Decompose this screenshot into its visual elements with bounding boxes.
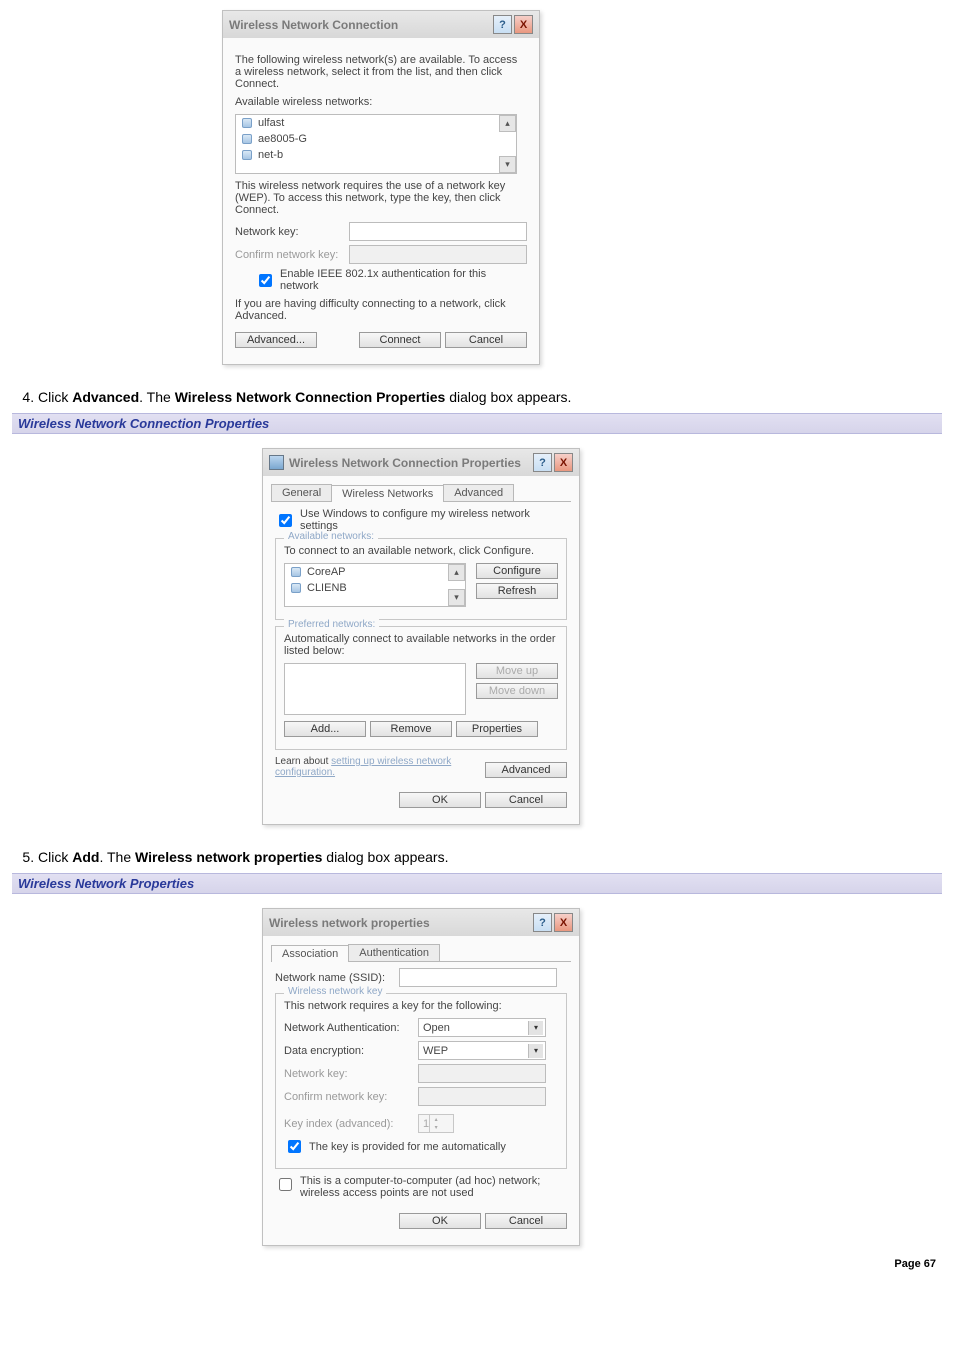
step-4: Click Advanced. The Wireless Network Con…: [38, 389, 942, 405]
tab-general[interactable]: General: [271, 484, 332, 501]
help-icon[interactable]: ?: [533, 453, 552, 472]
cancel-button[interactable]: Cancel: [445, 332, 527, 348]
list-item[interactable]: CLIENB: [285, 580, 465, 596]
scroll-down-icon[interactable]: ▾: [448, 589, 465, 606]
preferred-networks-group: Preferred networks: Automatically connec…: [275, 626, 567, 750]
close-icon[interactable]: X: [554, 913, 573, 932]
ok-button[interactable]: OK: [399, 792, 481, 808]
available-networks-list[interactable]: CoreAP CLIENB ▴ ▾: [284, 563, 466, 607]
section-header-wprops: Wireless Network Properties: [12, 873, 942, 894]
enable-8021x-label: Enable IEEE 802.1x authentication for th…: [280, 268, 527, 292]
use-windows-checkbox[interactable]: [279, 514, 292, 527]
learn-pre: Learn about: [275, 756, 331, 767]
dialog-title: Wireless Network Connection Properties: [289, 456, 531, 470]
configure-button[interactable]: Configure: [476, 563, 558, 579]
preferred-hint: Automatically connect to available netwo…: [284, 633, 558, 657]
enc-select[interactable]: WEP ▾: [418, 1041, 546, 1060]
confirm-label: Confirm network key:: [284, 1091, 414, 1103]
chevron-down-icon: ▾: [528, 1044, 543, 1058]
enc-label: Data encryption:: [284, 1045, 414, 1057]
confirm-input: [418, 1087, 546, 1106]
difficulty-text: If you are having difficulty connecting …: [235, 298, 525, 322]
auto-key-checkbox[interactable]: [288, 1140, 301, 1153]
auth-select[interactable]: Open ▾: [418, 1018, 546, 1037]
enable-8021x-checkbox[interactable]: [259, 274, 272, 287]
wkey-hint: This network requires a key for the foll…: [284, 1000, 558, 1012]
available-networks-list[interactable]: ulfast ae8005-G net-b ▴ ▾: [235, 114, 517, 174]
tab-association[interactable]: Association: [271, 945, 349, 962]
help-icon[interactable]: ?: [493, 15, 512, 34]
page-number: Page 67: [12, 1258, 942, 1270]
help-icon[interactable]: ?: [533, 913, 552, 932]
add-button[interactable]: Add...: [284, 721, 366, 737]
moveup-button: Move up: [476, 663, 558, 679]
connection-properties-dialog: Wireless Network Connection Properties ?…: [262, 448, 580, 825]
step-5: Click Add. The Wireless network properti…: [38, 849, 942, 865]
tab-strip: Association Authentication: [271, 944, 571, 962]
network-key-label: Network key:: [235, 226, 345, 238]
preferred-networks-list[interactable]: [284, 663, 466, 715]
wireless-network-properties-dialog: Wireless network properties ? X Associat…: [262, 908, 580, 1246]
connect-button[interactable]: Connect: [359, 332, 441, 348]
confirm-key-label: Confirm network key:: [235, 249, 345, 261]
titlebar: Wireless Network Connection ? X: [223, 11, 539, 38]
titlebar: Wireless network properties ? X: [263, 909, 579, 936]
wep-message: This wireless network requires the use o…: [235, 180, 525, 216]
tab-wireless-networks[interactable]: Wireless Networks: [331, 485, 444, 502]
tab-authentication[interactable]: Authentication: [348, 944, 440, 961]
netkey-input: [418, 1064, 546, 1083]
keyidx-label: Key index (advanced):: [284, 1118, 414, 1130]
auto-key-label: The key is provided for me automatically: [309, 1141, 506, 1153]
dialog-title: Wireless Network Connection: [229, 18, 491, 32]
confirm-key-input: [349, 245, 527, 264]
wkey-legend: Wireless network key: [284, 986, 386, 997]
netkey-label: Network key:: [284, 1068, 414, 1080]
titlebar: Wireless Network Connection Properties ?…: [263, 449, 579, 476]
advanced-button[interactable]: Advanced...: [235, 332, 317, 348]
wireless-key-group: Wireless network key This network requir…: [275, 993, 567, 1169]
tab-strip: General Wireless Networks Advanced: [271, 484, 571, 502]
cancel-button[interactable]: Cancel: [485, 792, 567, 808]
adhoc-label: This is a computer-to-computer (ad hoc) …: [300, 1175, 560, 1199]
scroll-down-icon[interactable]: ▾: [499, 156, 516, 173]
keyidx-spinner: 1 ▴▾: [418, 1114, 454, 1133]
list-item[interactable]: ae8005-G: [236, 131, 516, 147]
network-key-input[interactable]: [349, 222, 527, 241]
chevron-down-icon: ▾: [528, 1021, 543, 1035]
intro-text: The following wireless network(s) are av…: [235, 54, 525, 90]
cancel-button[interactable]: Cancel: [485, 1213, 567, 1229]
auth-label: Network Authentication:: [284, 1022, 414, 1034]
available-legend: Available networks:: [284, 531, 378, 542]
list-item[interactable]: net-b: [236, 147, 516, 163]
scroll-up-icon[interactable]: ▴: [448, 564, 465, 581]
available-hint: To connect to an available network, clic…: [284, 545, 558, 557]
available-networks-group: Available networks: To connect to an ava…: [275, 538, 567, 620]
dialog-title: Wireless network properties: [269, 916, 531, 930]
ssid-label: Network name (SSID):: [275, 972, 395, 984]
close-icon[interactable]: X: [554, 453, 573, 472]
remove-button[interactable]: Remove: [370, 721, 452, 737]
refresh-button[interactable]: Refresh: [476, 583, 558, 599]
advanced-button[interactable]: Advanced: [485, 762, 567, 778]
section-header-properties: Wireless Network Connection Properties: [12, 413, 942, 434]
wireless-connection-dialog: Wireless Network Connection ? X The foll…: [222, 10, 540, 365]
available-label: Available wireless networks:: [235, 96, 525, 108]
adhoc-checkbox[interactable]: [279, 1178, 292, 1191]
app-icon: [269, 455, 284, 470]
preferred-legend: Preferred networks:: [284, 619, 379, 630]
movedown-button: Move down: [476, 683, 558, 699]
list-item[interactable]: ulfast: [236, 115, 516, 131]
use-windows-label: Use Windows to configure my wireless net…: [300, 508, 567, 532]
properties-button[interactable]: Properties: [456, 721, 538, 737]
list-item[interactable]: CoreAP: [285, 564, 465, 580]
close-icon[interactable]: X: [514, 15, 533, 34]
ok-button[interactable]: OK: [399, 1213, 481, 1229]
tab-advanced[interactable]: Advanced: [443, 484, 514, 501]
ssid-input[interactable]: [399, 968, 557, 987]
scroll-up-icon[interactable]: ▴: [499, 115, 516, 132]
